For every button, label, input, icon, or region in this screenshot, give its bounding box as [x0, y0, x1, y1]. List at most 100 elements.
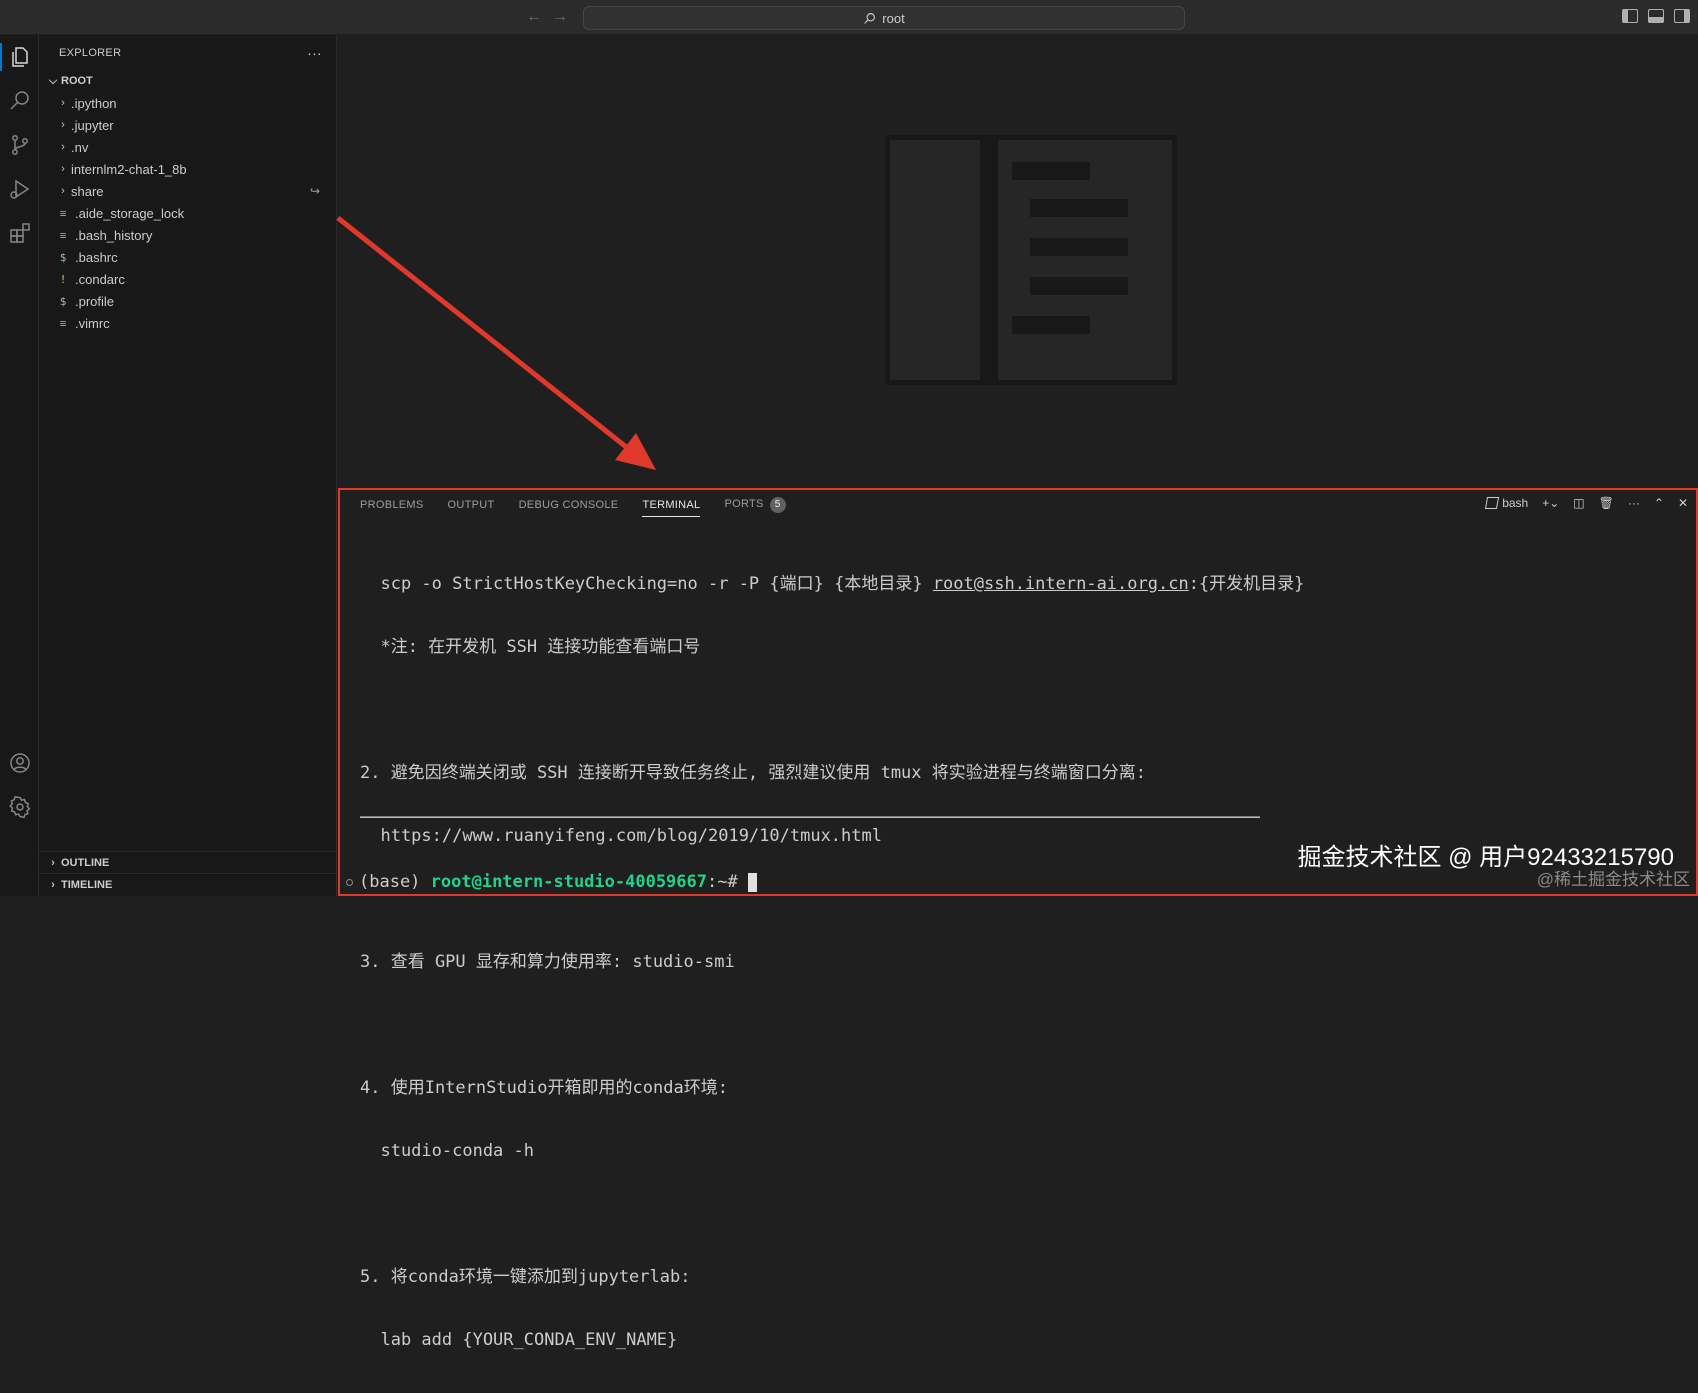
terminal-text: :{开发机目录}	[1188, 574, 1305, 594]
command-decoration-icon	[346, 878, 353, 886]
new-terminal-button[interactable]: +⌄	[1542, 496, 1559, 510]
chevron-right-icon: ›	[61, 141, 65, 153]
tree-item-label: .bash_history	[75, 227, 153, 243]
bottom-panel: PROBLEMS OUTPUT DEBUG CONSOLE TERMINAL P…	[338, 488, 1698, 1350]
prompt-env: (base)	[359, 872, 431, 892]
tree-item-label: .aide_storage_lock	[75, 205, 185, 221]
tree-item-label: .profile	[75, 293, 115, 309]
terminal-line: scp -o StrictHostKeyChecking=no -r -P {端…	[360, 574, 1304, 595]
tab-output[interactable]: OUTPUT	[448, 493, 495, 517]
search-icon	[864, 12, 876, 24]
terminal-line: *注: 在开发机 SSH 连接功能查看端口号	[360, 637, 701, 657]
tree-item-label: .bashrc	[75, 249, 118, 265]
tree-item-label: share	[71, 183, 104, 199]
search-icon	[9, 91, 29, 110]
chevron-down-icon: ⌵	[48, 74, 58, 87]
chevron-right-icon: ›	[61, 119, 65, 131]
timeline-section[interactable]: › TIMELINE	[39, 873, 337, 895]
close-panel-icon[interactable]: ✕	[1678, 496, 1688, 510]
chevron-right-icon: ›	[61, 185, 65, 197]
extensions-icon	[9, 223, 30, 243]
terminal-line: 4. 使用InternStudio开箱即用的conda环境:	[360, 1078, 728, 1098]
command-center-label: root	[882, 10, 905, 26]
terminal-link[interactable]: root@ssh.intern-ai.org.cn	[933, 574, 1189, 594]
terminal-line: studio-conda -h	[360, 1141, 534, 1161]
annotation-arrow	[336, 216, 656, 470]
chevron-right-icon: ›	[61, 163, 65, 175]
terminal-separator: ────────────────────────────────────────…	[360, 808, 1260, 828]
terminal-prompt[interactable]: (base) root@intern-studio-40059667:~#	[346, 872, 757, 892]
terminal-line: 2. 避免因终端关闭或 SSH 连接断开导致任务终止, 强烈建议使用 tmux …	[360, 763, 1146, 783]
outline-section[interactable]: › OUTLINE	[39, 851, 337, 873]
explorer-button[interactable]	[0, 37, 39, 77]
maximize-panel-icon[interactable]: ⌃	[1654, 496, 1664, 510]
tab-terminal[interactable]: TERMINAL	[642, 493, 701, 517]
tree-folder-item[interactable]: › share ↪	[39, 180, 336, 202]
terminal-name: bash	[1502, 496, 1529, 510]
tab-debug-console[interactable]: DEBUG CONSOLE	[519, 493, 619, 517]
source-control-icon	[11, 135, 28, 155]
terminal-text: scp -o StrictHostKeyChecking=no -r -P {端…	[360, 574, 933, 594]
tree-item-label: .ipython	[71, 95, 117, 111]
text-file-icon: ≡	[59, 206, 67, 220]
search-button[interactable]	[0, 81, 39, 121]
accounts-button[interactable]	[0, 743, 39, 783]
run-debug-icon	[9, 179, 29, 199]
terminal-line: 3. 查看 GPU 显存和算力使用率: studio-smi	[360, 952, 735, 972]
trash-icon[interactable]: 🗑	[1599, 496, 1614, 510]
panel-actions: bash +⌄ ◫ 🗑 ··· ⌃ ✕	[1485, 496, 1688, 510]
arrow-left-icon[interactable]: ←	[526, 8, 542, 26]
split-terminal-icon[interactable]: ◫	[1573, 496, 1584, 510]
explorer-title: EXPLORER	[59, 46, 122, 59]
tree-folder-item[interactable]: › internlm2-chat-1_8b	[39, 158, 336, 180]
command-center-search[interactable]: root	[583, 6, 1185, 30]
root-folder[interactable]: ⌵ ROOT	[39, 70, 336, 92]
shell-file-icon: $	[59, 250, 67, 264]
manage-button[interactable]	[0, 787, 39, 827]
tree-file-item[interactable]: ! .condarc	[39, 268, 336, 290]
toggle-primary-sidebar-icon[interactable]	[1622, 9, 1638, 23]
tree-folder-item[interactable]: › .ipython	[39, 92, 336, 114]
terminal-icon	[1485, 497, 1500, 509]
editor-watermark-logo	[885, 135, 1177, 385]
title-bar: ← → root	[0, 0, 1698, 35]
tree-folder-item[interactable]: › .jupyter	[39, 114, 336, 136]
timeline-label: TIMELINE	[61, 878, 113, 891]
tree-file-item[interactable]: ≡ .vimrc	[39, 312, 336, 334]
tree-file-item[interactable]: ≡ .aide_storage_lock	[39, 202, 336, 224]
symlink-arrow-icon: ↪	[309, 184, 320, 198]
terminal-line: https://www.ruanyifeng.com/blog/2019/10/…	[360, 826, 882, 846]
watermark-subtext: @稀土掘金技术社区	[1536, 870, 1690, 889]
terminal-output[interactable]: scp -o StrictHostKeyChecking=no -r -P {端…	[360, 532, 1304, 1393]
activity-bar	[0, 35, 39, 896]
text-file-icon: ≡	[59, 316, 67, 330]
tab-ports-label: PORTS	[724, 498, 764, 510]
text-file-icon: ≡	[59, 228, 67, 242]
chevron-right-icon: ›	[51, 856, 55, 869]
tree-file-item[interactable]: ≡ .bash_history	[39, 224, 336, 246]
tree-file-item[interactable]: $ .bashrc	[39, 246, 336, 268]
terminal-selector[interactable]: bash	[1485, 496, 1529, 510]
extensions-button[interactable]	[0, 213, 39, 253]
tab-ports[interactable]: PORTS 5	[724, 491, 786, 519]
ports-count-badge: 5	[769, 497, 786, 513]
toggle-secondary-sidebar-icon[interactable]	[1674, 9, 1690, 23]
arrow-right-icon[interactable]: →	[552, 8, 568, 26]
terminal-line: lab add {YOUR_CONDA_ENV_NAME}	[360, 1330, 678, 1350]
more-icon[interactable]: ···	[1628, 496, 1640, 510]
more-actions-button[interactable]: ···	[307, 45, 322, 61]
source-control-button[interactable]	[0, 125, 39, 165]
layout-controls	[1622, 9, 1690, 23]
explorer-sidebar: EXPLORER ··· ⌵ ROOT › .ipython › .jupyter ›.…	[39, 35, 337, 896]
chevron-right-icon: ›	[61, 97, 65, 109]
terminal-cursor	[747, 872, 757, 892]
tree-item-label: .condarc	[75, 271, 125, 287]
tab-problems[interactable]: PROBLEMS	[360, 493, 424, 517]
settings-gear-icon	[8, 795, 30, 819]
tree-file-item[interactable]: $ .profile	[39, 290, 336, 312]
tree-folder-item[interactable]: › .nv	[39, 136, 336, 158]
toggle-panel-icon[interactable]	[1648, 9, 1664, 23]
run-debug-button[interactable]	[0, 169, 39, 209]
files-icon	[11, 47, 28, 67]
shell-file-icon: $	[59, 294, 67, 308]
